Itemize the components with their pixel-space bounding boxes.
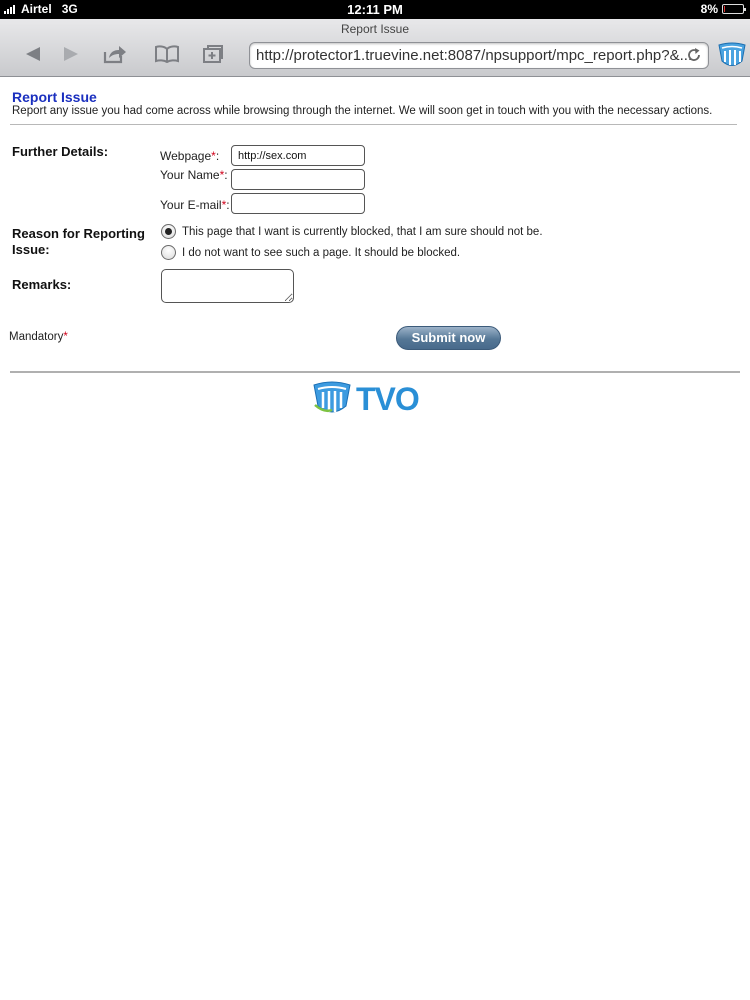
bookmarks-icon [155, 45, 179, 63]
extension-icon [718, 42, 746, 66]
reason-option-should-block[interactable]: I do not want to see such a page. It sho… [161, 245, 460, 260]
name-label: Your Name*: [160, 168, 228, 182]
bookmarks-button[interactable] [152, 41, 182, 67]
logo-wordmark: TVO [356, 380, 420, 417]
status-right: 8% [700, 2, 746, 16]
address-bar[interactable]: http://protector1.truevine.net:8087/npsu… [249, 42, 709, 69]
reason-radio-2[interactable] [161, 245, 176, 260]
clock: 12:11 PM [347, 2, 403, 17]
reason-option-2-label: I do not want to see such a page. It sho… [182, 246, 461, 259]
reason-option-1-label: This page that I want is currently block… [182, 225, 543, 238]
name-field[interactable] [231, 169, 365, 190]
label-colon: : [224, 168, 228, 182]
tvo-logo: TVO [312, 380, 420, 418]
webpage-field[interactable] [231, 145, 365, 166]
mandatory-text: Mandatory [9, 331, 64, 343]
reload-icon [688, 48, 700, 61]
remarks-field[interactable] [161, 269, 294, 303]
url-text: http://protector1.truevine.net:8087/npsu… [256, 47, 693, 64]
remarks-label: Remarks: [12, 277, 72, 292]
add-bookmark-button[interactable] [198, 41, 228, 67]
back-icon [26, 47, 40, 61]
page-heading: Report Issue [12, 89, 97, 105]
reason-option-blocked[interactable]: This page that I want is currently block… [161, 224, 543, 239]
share-icon [103, 46, 126, 64]
email-label: Your E-mail*: [160, 198, 230, 212]
reload-button[interactable] [686, 47, 702, 67]
divider-bottom [10, 371, 740, 373]
webpage-label: Webpage*: [160, 149, 219, 163]
submit-button[interactable]: Submit now [396, 326, 501, 350]
reason-label-line1: Reason for Reporting [12, 226, 145, 241]
browser-page-title: Report Issue [340, 22, 410, 36]
battery-percent: 8% [700, 2, 718, 16]
browser-toolbar: Report Issue http://protector1.truevine.… [0, 19, 750, 77]
reason-label: Reason for Reporting Issue: [12, 226, 145, 258]
label-colon: : [226, 198, 230, 212]
divider-top [10, 124, 737, 125]
back-button[interactable] [18, 41, 48, 67]
reason-radio-1[interactable] [161, 224, 176, 239]
mandatory-note: Mandatory* [9, 331, 68, 343]
further-details-label: Further Details: [12, 144, 109, 159]
battery-icon [722, 4, 746, 14]
email-field[interactable] [231, 193, 365, 214]
extension-button[interactable] [716, 41, 748, 71]
reason-label-line2: Issue: [12, 242, 50, 257]
required-mark: * [63, 331, 68, 343]
tvo-shield-icon [313, 381, 351, 413]
page-description: Report any issue you had come across whi… [12, 105, 713, 117]
name-label-text: Your Name [160, 168, 220, 182]
status-bar: Airtel 3G 12:11 PM 8% [0, 0, 750, 19]
share-button[interactable] [100, 41, 130, 67]
email-label-text: Your E-mail [160, 198, 222, 212]
forward-icon [64, 47, 78, 61]
add-bookmark-icon [203, 45, 223, 63]
label-colon: : [215, 149, 220, 163]
webpage-label-text: Webpage [160, 149, 212, 163]
forward-button[interactable] [56, 41, 86, 67]
